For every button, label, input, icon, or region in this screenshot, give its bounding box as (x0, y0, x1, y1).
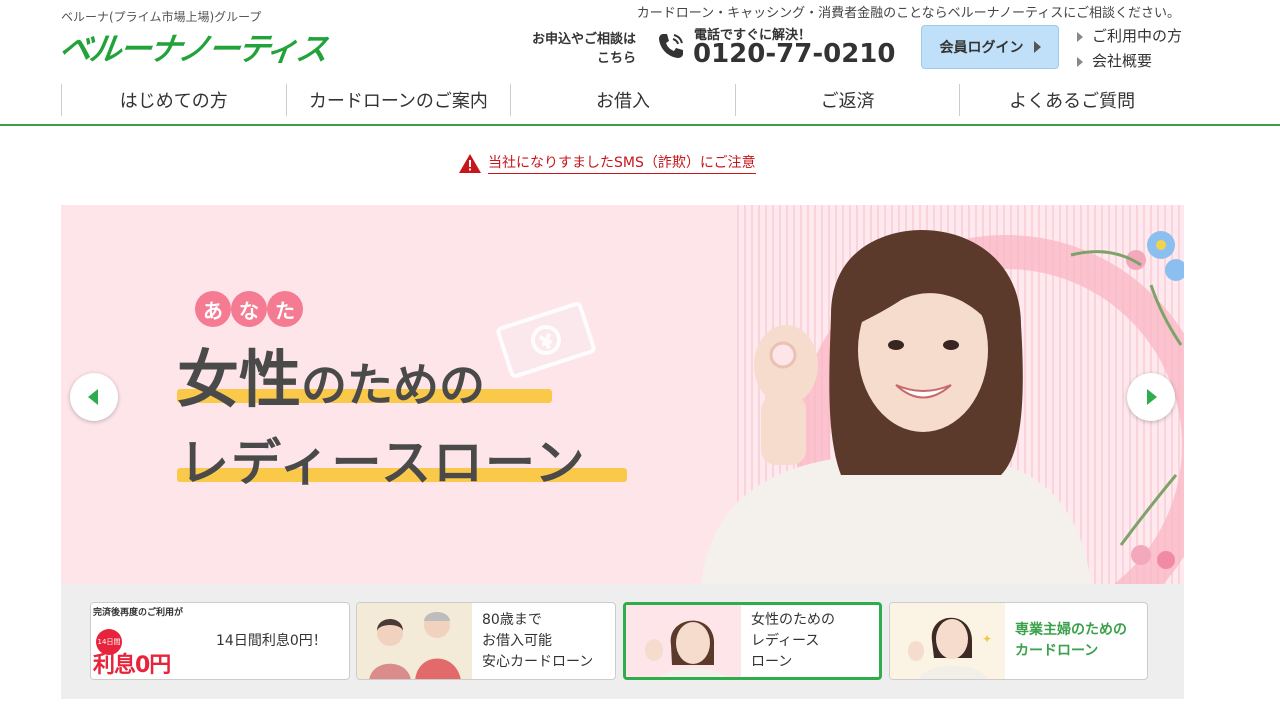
thumb-interest-free-text: 14日間利息0円！ (216, 632, 327, 649)
thumb-ladies-loan[interactable]: 女性のための レディース ローン (623, 602, 882, 680)
flower-decoration-top (1070, 231, 1184, 346)
nav-divider (0, 124, 1280, 126)
chevron-right-icon (1077, 56, 1083, 67)
member-login-button[interactable]: 会員ログイン (921, 25, 1059, 69)
nav-item-beginners[interactable]: はじめての方 (61, 84, 286, 116)
chevron-right-icon (1033, 41, 1041, 53)
arrow-right-icon (1147, 389, 1157, 405)
header-sublinks: ご利用中の方 会社概要 (1077, 24, 1182, 74)
thumb-interest-free-big: 利息0円 (93, 653, 171, 678)
hero-woman-illustration (701, 230, 1184, 584)
thumb-ladies-loan-text: 女性のための レディース ローン (751, 611, 835, 670)
member-login-label: 会員ログイン (939, 40, 1024, 56)
thumb-interest-free[interactable]: 完済後再度のご利用が 14日間 利息0円 14日間利息0円！ (90, 602, 350, 680)
fraud-sms-notice-text: 当社になりすましたSMS（詐欺）にご注意 (488, 152, 756, 174)
flower-decoration-bottom (1119, 474, 1178, 569)
thumb-senior-loan[interactable]: 80歳まで お借入可能 安心カードローン (356, 602, 616, 680)
hero-prev-button[interactable] (70, 373, 118, 421)
header-tagline: カードローン・キャッシング・消費者金融のことならベルーナノーティスにご相談くださ… (636, 6, 1180, 21)
warning-icon (459, 153, 481, 173)
thumb-senior-loan-text: 80歳まで お借入可能 安心カードローン (482, 611, 594, 670)
fraud-sms-notice-link[interactable]: 当社になりすましたSMS（詐欺）にご注意 (458, 152, 756, 174)
chevron-right-icon (1077, 31, 1083, 42)
senior-couple-illustration (369, 612, 461, 679)
corporate-group-label: ベルーナ(プライム市場上場)グループ (61, 10, 262, 24)
apply-contact-label: お申込やご相談は こちら (514, 30, 636, 68)
nav-item-repayment[interactable]: ご返済 (734, 84, 960, 116)
sublink-current-users[interactable]: ご利用中の方 (1077, 24, 1182, 49)
hero-banner[interactable]: あ な た 女性のための レディースローン (61, 205, 1184, 584)
woman-thumbnail-illustration (645, 620, 727, 677)
company-logo[interactable]: ベルーナノーティス (57, 24, 330, 70)
nav-item-borrowing[interactable]: お借入 (510, 84, 735, 116)
svg-text:✦: ✦ (982, 632, 992, 646)
hero-next-button[interactable] (1127, 373, 1175, 421)
thumb-housewife-loan-image: ✦ (890, 603, 1005, 679)
apply-line-1: お申込やご相談は (531, 32, 636, 47)
phone-icon (659, 34, 683, 58)
thumb-senior-loan-image (357, 603, 472, 679)
thumb-ladies-loan-image (626, 605, 741, 677)
sublink-current-users-label: ご利用中の方 (1092, 27, 1183, 45)
apply-line-2: こちら (596, 51, 636, 66)
arrow-left-icon (88, 389, 98, 405)
global-nav: はじめての方 カードローンのご案内 お借入 ご返済 よくあるご質問 (61, 84, 1184, 116)
thumb-interest-free-caption: 完済後再度のご利用が (93, 608, 184, 618)
housewife-thumbnail-illustration: ✦ (908, 617, 992, 679)
thumb-interest-free-image: 完済後再度のご利用が 14日間 利息0円 (91, 603, 206, 679)
thumb-housewife-loan[interactable]: ✦ 専業主婦のための カードローン (889, 602, 1148, 680)
phone-number-link[interactable]: 0120-77-0210 (693, 39, 896, 69)
nav-item-card-loan-guide[interactable]: カードローンのご案内 (285, 84, 511, 116)
thumb-housewife-loan-text: 専業主婦のための カードローン (1015, 622, 1127, 659)
sublink-company-profile[interactable]: 会社概要 (1077, 49, 1182, 74)
sublink-company-profile-label: 会社概要 (1092, 52, 1153, 70)
nav-item-faq[interactable]: よくあるご質問 (959, 84, 1184, 116)
